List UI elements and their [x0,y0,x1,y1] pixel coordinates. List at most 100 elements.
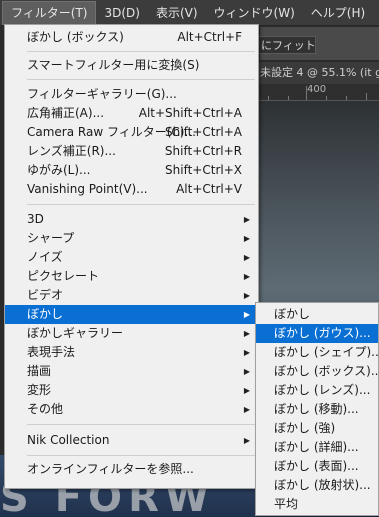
submenu-arrow-icon: ▶ [243,310,250,319]
menu-item-label: オンラインフィルターを参照... [27,462,194,476]
menu-item-label: ビデオ [27,288,64,302]
submenu-arrow-icon: ▶ [243,348,250,357]
menu-item-blur-gallery[interactable]: ぼかしギャラリー ▶ [5,324,258,343]
submenu-item-blur-more[interactable]: ぼかし (強) [256,419,378,438]
ruler-label: 400 [307,84,327,95]
menu-item-shortcut: Alt+Ctrl+F [177,30,242,44]
menu-item-convert-smart-filter[interactable]: スマートフィルター用に変換(S) [5,56,258,75]
ruler-tick [306,86,307,100]
menu-item-label: 3D [27,212,44,226]
menu-item-shortcut: Shift+Ctrl+R [164,144,242,158]
menubar-3d[interactable]: 3D(D) [96,1,147,25]
menu-item-filter-gallery[interactable]: フィルターギャラリー(G)... [5,85,258,104]
submenu-arrow-icon: ▶ [243,329,250,338]
menu-separator [27,424,255,425]
submenu-arrow-icon: ▶ [243,272,250,281]
menu-item-label: 表現手法 [27,345,76,359]
menubar-window[interactable]: ウィンドウ(W) [206,1,303,25]
menu-item-pixelate[interactable]: ピクセレート ▶ [5,267,258,286]
menu-item-label: ピクセレート [27,269,100,283]
menu-separator [27,51,255,52]
submenu-item-label: ぼかし (放射状)... [274,478,371,492]
menu-item-render[interactable]: 描画 ▶ [5,362,258,381]
submenu-item-label: ぼかし (レンズ)... [274,383,371,397]
menu-item-vanishing-point[interactable]: Vanishing Point(V)... Alt+Ctrl+V [5,180,258,199]
submenu-item-box-blur[interactable]: ぼかし (ボックス)... [256,362,378,381]
submenu-arrow-icon: ▶ [243,215,250,224]
submenu-arrow-icon: ▶ [243,367,250,376]
menu-item-label: シャープ [27,231,75,245]
ruler-tick [366,93,367,100]
menu-separator [27,204,255,205]
menu-item-label: フィルターギャラリー(G)... [27,87,177,101]
menu-item-label: 広角補正(A)... [27,106,105,120]
submenu-arrow-icon: ▶ [243,253,250,262]
horizontal-ruler: 400 [258,84,379,101]
submenu-item-lens-blur[interactable]: ぼかし (レンズ)... [256,381,378,400]
submenu-item-average[interactable]: 平均 [256,495,378,514]
menubar: フィルター(T) 3D(D) 表示(V) ウィンドウ(W) ヘルプ(H) [0,0,379,26]
submenu-arrow-icon: ▶ [243,386,250,395]
menu-item-lens-correction[interactable]: レンズ補正(R)... Shift+Ctrl+R [5,142,258,161]
menu-separator [27,455,255,456]
submenu-arrow-icon: ▶ [243,234,250,243]
blur-submenu: ぼかし ぼかし (ガウス)... ぼかし (シェイプ)... ぼかし (ボックス… [255,302,379,516]
menu-item-shortcut: Alt+Ctrl+V [176,182,242,196]
submenu-item-label: ぼかし (表面)... [274,459,359,473]
fit-screen-button[interactable]: にフィット [256,36,316,54]
menu-item-shortcut: Alt+Shift+Ctrl+A [138,106,242,120]
submenu-arrow-icon: ▶ [243,405,250,414]
menu-item-other[interactable]: その他 ▶ [5,400,258,419]
submenu-item-label: ぼかし (移動)... [274,402,359,416]
ruler-tick [346,96,347,100]
menu-item-label: Nik Collection [27,433,110,447]
menu-item-shortcut: Shift+Ctrl+X [165,163,242,177]
menu-item-label: 変形 [27,383,52,397]
menu-item-3d[interactable]: 3D ▶ [5,210,258,229]
menu-item-shortcut: Shift+Ctrl+A [165,125,242,139]
menu-item-label: Vanishing Point(V)... [27,182,148,196]
menu-item-sharpen[interactable]: シャープ ▶ [5,229,258,248]
ruler-tick [326,96,327,100]
submenu-item-label: ぼかし (シェイプ)... [274,345,378,359]
menu-item-label: ぼかし (ボックス) [27,30,124,44]
menu-separator [27,79,255,80]
submenu-item-label: ぼかし (ガウス)... [274,326,371,340]
submenu-item-surface-blur[interactable]: ぼかし (表面)... [256,457,378,476]
submenu-item-radial-blur[interactable]: ぼかし (放射状)... [256,476,378,495]
menu-item-stylize[interactable]: 表現手法 ▶ [5,343,258,362]
menubar-view[interactable]: 表示(V) [148,1,206,25]
menu-item-label: ぼかしギャラリー [27,326,124,340]
menu-item-blur[interactable]: ぼかし ▶ [5,305,258,324]
filter-menu: ぼかし (ボックス) Alt+Ctrl+F スマートフィルター用に変換(S) フィ… [4,24,259,489]
submenu-item-label: ぼかし [274,307,311,321]
menu-item-noise[interactable]: ノイズ ▶ [5,248,258,267]
menu-item-adaptive-wide-angle[interactable]: 広角補正(A)... Alt+Shift+Ctrl+A [5,104,258,123]
menu-item-label: ノイズ [27,250,63,264]
menu-item-label: レンズ補正(R)... [27,144,116,158]
menu-item-label: スマートフィルター用に変換(S) [27,58,200,72]
menu-item-nik-collection[interactable]: Nik Collection ▶ [5,431,258,450]
submenu-item-blur[interactable]: ぼかし [256,305,378,324]
menubar-filter[interactable]: フィルター(T) [2,0,97,25]
submenu-item-label: ぼかし (ボックス)... [274,364,378,378]
submenu-item-motion-blur[interactable]: ぼかし (移動)... [256,400,378,419]
submenu-item-gaussian-blur[interactable]: ぼかし (ガウス)... [256,324,378,343]
submenu-arrow-icon: ▶ [243,291,250,300]
menu-item-label: ゆがみ(L)... [27,163,91,177]
submenu-item-smart-blur[interactable]: ぼかし (詳細)... [256,438,378,457]
submenu-item-label: ぼかし (詳細)... [274,440,359,454]
menu-item-browse-online-filters[interactable]: オンラインフィルターを参照... [5,460,258,479]
submenu-item-label: 平均 [274,497,299,511]
submenu-item-shape-blur[interactable]: ぼかし (シェイプ)... [256,343,378,362]
submenu-arrow-icon: ▶ [243,436,250,445]
menu-item-camera-raw[interactable]: Camera Raw フィルター(C)... Shift+Ctrl+A [5,123,258,142]
menu-item-label: 描画 [27,364,52,378]
menu-item-video[interactable]: ビデオ ▶ [5,286,258,305]
menu-item-distort[interactable]: 変形 ▶ [5,381,258,400]
menu-item-liquify[interactable]: ゆがみ(L)... Shift+Ctrl+X [5,161,258,180]
menubar-help[interactable]: ヘルプ(H) [303,1,373,25]
menu-item-last-filter[interactable]: ぼかし (ボックス) Alt+Ctrl+F [5,28,258,47]
menu-item-label: その他 [27,402,64,416]
document-tab[interactable]: 未設定 4 @ 55.1% (it g [258,62,379,84]
